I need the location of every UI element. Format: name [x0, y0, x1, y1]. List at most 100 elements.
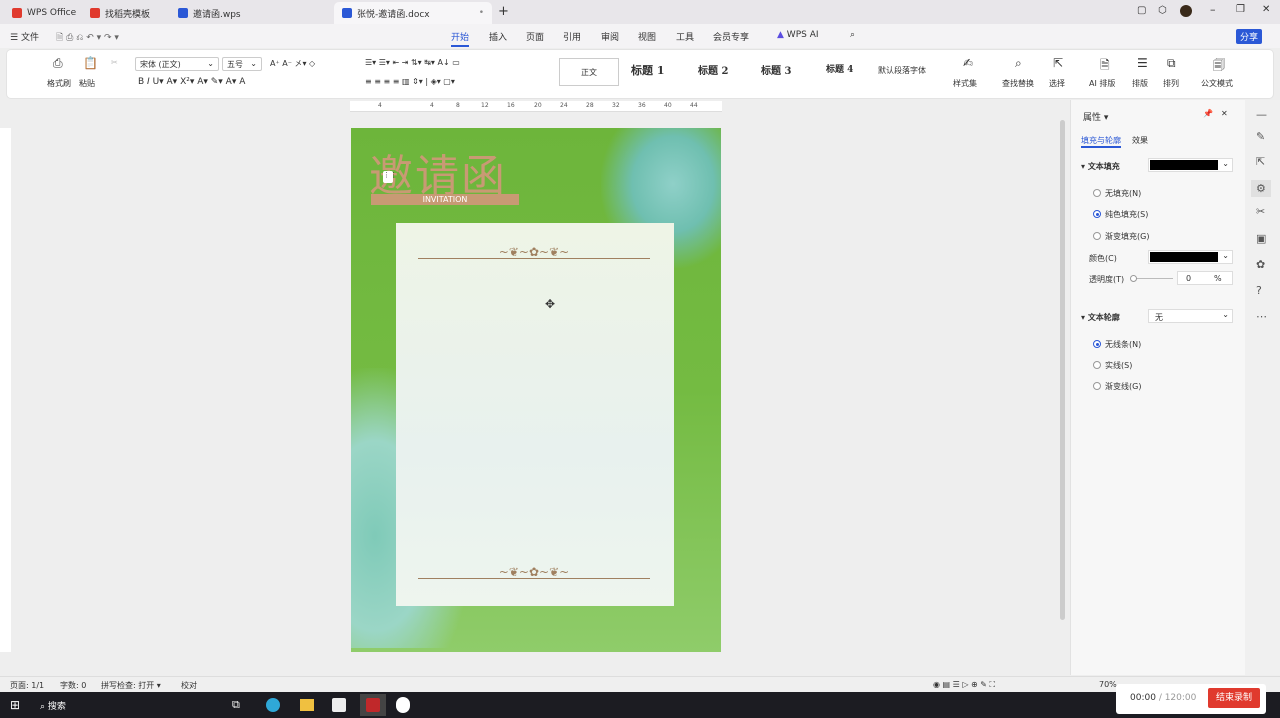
new-tab-icon[interactable]: + [498, 4, 509, 19]
official-mode-button[interactable]: 公文模式 [1201, 78, 1233, 89]
file-menu[interactable]: ☰ 文件 [10, 30, 39, 43]
radio-solid-fill[interactable] [1093, 210, 1101, 218]
radio-gradient-fill[interactable] [1093, 232, 1101, 240]
shape-icon[interactable]: ✿ [1256, 258, 1265, 271]
tools-icon[interactable]: ✂ [1256, 205, 1265, 218]
radio-no-fill[interactable] [1093, 189, 1101, 197]
style-heading-4[interactable]: 标题 4 [826, 62, 853, 75]
properties-icon[interactable]: ⚙ [1251, 180, 1271, 197]
style-default-font[interactable]: 默认段落字体 [878, 65, 926, 76]
font-size-select[interactable]: 五号 ⌄ [222, 57, 262, 71]
paste-icon: 📋 [83, 56, 98, 70]
windows-start-icon[interactable]: ⊞ [10, 698, 20, 712]
outline-select[interactable]: 无 ⌄ [1148, 309, 1233, 323]
panel-title[interactable]: 属性 ▾ [1083, 110, 1108, 123]
content-frame[interactable]: ~❦~✿~❦~ ~❦~✿~❦~ ✥ [396, 223, 674, 606]
page-count[interactable]: 页面: 1/1 [10, 680, 44, 691]
menu-home[interactable]: 开始 [451, 30, 470, 47]
style-heading-1[interactable]: 标题 1 [631, 62, 664, 78]
wps-ai-icon: ▲ [777, 30, 784, 40]
store-icon[interactable] [332, 698, 346, 712]
tab-effects[interactable]: 效果 [1132, 135, 1148, 146]
ai-layout-button[interactable]: AI 排版 [1089, 78, 1115, 89]
font-format-tools[interactable]: B I U▾ A▾ X²▾ A▾ ✎▾ A▾ A [138, 77, 245, 87]
word-count[interactable]: 字数: 0 [60, 680, 86, 691]
layout-button[interactable]: 排版 [1132, 78, 1148, 89]
quick-access-toolbar[interactable]: 🗎 ⎙ ⎌ ↶ ▾ ↷ ▾ [56, 30, 119, 46]
color-picker[interactable]: ⌄ [1148, 250, 1233, 264]
style-set-button[interactable]: 样式集 [953, 78, 977, 89]
tab-invitation-wps[interactable]: 邀请函.wps [170, 2, 249, 24]
more-icon[interactable]: ⋯ [1256, 310, 1267, 323]
vertical-ruler[interactable] [0, 128, 11, 652]
avatar[interactable] [1180, 5, 1192, 17]
menu-references[interactable]: 引用 [563, 30, 581, 43]
vertical-scrollbar[interactable] [1060, 120, 1065, 620]
text-fill-section[interactable]: ▾ 文本填充 [1081, 161, 1120, 172]
font-tools[interactable]: A⁺ A⁻ 㐅▾ ◇ [270, 58, 315, 69]
cube-icon[interactable]: ⬡ [1158, 5, 1167, 16]
edge-icon[interactable] [266, 698, 280, 712]
menu-wps-ai[interactable]: ▲ WPS AI [777, 30, 819, 40]
spell-check[interactable]: 拼写检查: 打开 ▾ [101, 680, 161, 691]
menu-tools[interactable]: 工具 [676, 30, 694, 43]
minimize-icon[interactable]: – [1210, 3, 1216, 16]
style-normal[interactable]: 正文 [559, 58, 619, 86]
menu-view[interactable]: 视图 [638, 30, 656, 43]
select-button[interactable]: 选择 [1049, 78, 1065, 89]
layout-options-icon[interactable]: ⋮⋮ [383, 171, 397, 183]
menu-insert[interactable]: 插入 [489, 30, 507, 43]
search-icon[interactable]: ⌕ [850, 30, 855, 40]
alignment-tools[interactable]: ≡ ≡ ≡ ≡ ▥ ⇕▾ | ◈▾ ▢▾ [365, 77, 455, 86]
taskbar-search[interactable]: ⌕ 搜索 [40, 699, 66, 712]
close-tab-icon[interactable]: • [479, 8, 484, 18]
paste-button[interactable]: 粘贴 [79, 78, 95, 89]
close-icon[interactable]: ✕ [1262, 4, 1270, 15]
style-heading-2[interactable]: 标题 2 [698, 62, 728, 77]
cut-icon[interactable]: ✂ [111, 58, 118, 67]
task-view-icon[interactable]: ⧉ [232, 698, 240, 712]
style-set-icon: ✍ [963, 56, 974, 70]
close-panel-icon[interactable]: ✕ [1221, 109, 1228, 118]
wps-taskbar-icon[interactable] [360, 694, 386, 716]
find-replace-button[interactable]: 查找替换 [1002, 78, 1034, 89]
radio-no-line[interactable] [1093, 340, 1101, 348]
qq-icon[interactable] [396, 697, 410, 713]
official-doc-icon: 🗐 [1213, 58, 1225, 72]
menu-review[interactable]: 审阅 [601, 30, 619, 43]
collapse-icon[interactable]: — [1256, 108, 1267, 121]
proofread[interactable]: 校对 [181, 680, 197, 691]
pin-icon[interactable]: 📌 [1203, 109, 1213, 118]
image-icon[interactable]: ▣ [1256, 232, 1266, 245]
text-outline-section[interactable]: ▾ 文本轮廓 [1081, 312, 1120, 323]
paragraph-tools[interactable]: ☰▾ ☰▾ ⇤ ⇥ ⇅▾ ↹▾ A↓ ▭ [365, 58, 460, 67]
document-page[interactable]: 邀请函 INVITATION ⋮⋮ ~❦~✿~❦~ ~❦~✿~❦~ ✥ [351, 128, 721, 652]
radio-gradient-line[interactable] [1093, 382, 1101, 390]
menu-page[interactable]: 页面 [526, 30, 544, 43]
transparency-slider[interactable] [1130, 275, 1173, 282]
tab-invitation-docx[interactable]: 张悦-邀请函.docx • [334, 2, 492, 24]
tab-templates[interactable]: 找稻壳模板 [82, 2, 158, 24]
stop-recording-button[interactable]: 结束录制 [1208, 688, 1260, 708]
transparency-input[interactable]: 0% [1177, 271, 1233, 285]
select-icon[interactable]: ⇱ [1256, 155, 1265, 168]
ornament-top: ~❦~✿~❦~ [418, 245, 650, 259]
zoom-level[interactable]: 70% [1099, 680, 1117, 689]
radio-solid-line[interactable] [1093, 361, 1101, 369]
pen-icon[interactable]: ✎ [1256, 130, 1265, 143]
fill-color-picker[interactable]: ⌄ [1148, 158, 1233, 172]
restore-icon[interactable]: ❐ [1236, 4, 1245, 15]
view-mode-icons[interactable]: ◉ ▤ ☰ ▷ ⊕ ✎ ⛶ [933, 680, 995, 690]
tab-wps-office[interactable]: WPS Office [4, 2, 84, 24]
tab-fill-outline[interactable]: 填充与轮廓 [1081, 135, 1121, 148]
font-select[interactable]: 宋体 (正文) ⌄ [135, 57, 219, 71]
style-heading-3[interactable]: 标题 3 [761, 62, 791, 77]
help-icon[interactable]: ? [1256, 284, 1262, 297]
horizontal-ruler[interactable]: 4 4 8 12 16 20 24 28 32 36 40 44 [350, 101, 722, 112]
menu-member[interactable]: 会员专享 [713, 30, 749, 43]
arrange-button[interactable]: 排列 [1163, 78, 1179, 89]
format-painter-button[interactable]: 格式刷 [47, 78, 71, 89]
window-layout-icon[interactable]: ▢ [1137, 5, 1146, 16]
file-explorer-icon[interactable] [300, 699, 314, 711]
share-button[interactable]: 分享 [1236, 29, 1263, 44]
